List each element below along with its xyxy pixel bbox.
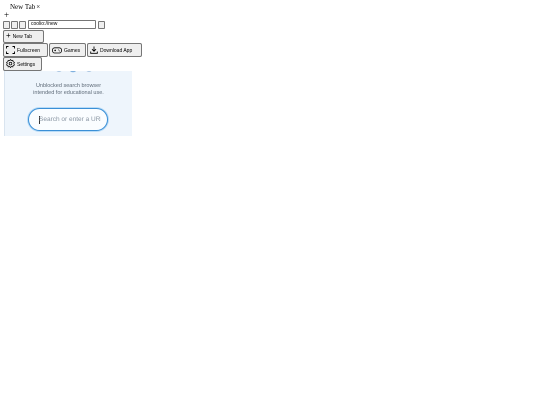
forward-button[interactable] [11, 20, 18, 29]
tab-new-tab[interactable]: New Tab [10, 3, 35, 12]
new-tab-label: New Tab [12, 34, 33, 40]
download-app-button[interactable]: Download App [87, 43, 142, 57]
tagline-line-1: Unblocked search browser [35, 83, 102, 89]
reload-button[interactable] [19, 20, 26, 29]
tab-close-icon[interactable]: × [36, 3, 40, 12]
url-input[interactable]: coolio://new [28, 20, 96, 29]
search-input[interactable] [39, 115, 101, 124]
games-button[interactable]: Games [49, 43, 86, 57]
download-icon [90, 46, 98, 54]
back-button[interactable] [3, 20, 10, 29]
plus-icon: + [6, 31, 11, 40]
tagline: Unblocked search browser intended for ed… [5, 83, 132, 97]
gamepad-icon [52, 47, 62, 54]
content-frame: Unblocked search browser intended for ed… [4, 71, 132, 136]
settings-label: Settings [17, 62, 36, 68]
address-bar-row: coolio://new [3, 20, 105, 29]
go-button[interactable] [98, 20, 105, 29]
games-label: Games [64, 48, 81, 54]
download-app-label: Download App [100, 48, 133, 54]
new-tab-button[interactable]: + New Tab [3, 30, 44, 43]
fullscreen-button[interactable]: Fullscreen [3, 43, 48, 57]
fullscreen-label: Fullscreen [17, 48, 41, 54]
add-tab-button[interactable]: + [4, 10, 9, 20]
search-box[interactable] [28, 108, 108, 131]
gear-icon [6, 59, 15, 68]
logo-fragment [56, 71, 92, 73]
settings-button[interactable]: Settings [3, 57, 42, 71]
tagline-line-2: intended for educational use. [33, 90, 104, 96]
tab-strip: New Tab × [10, 3, 40, 12]
fullscreen-icon [6, 46, 15, 54]
